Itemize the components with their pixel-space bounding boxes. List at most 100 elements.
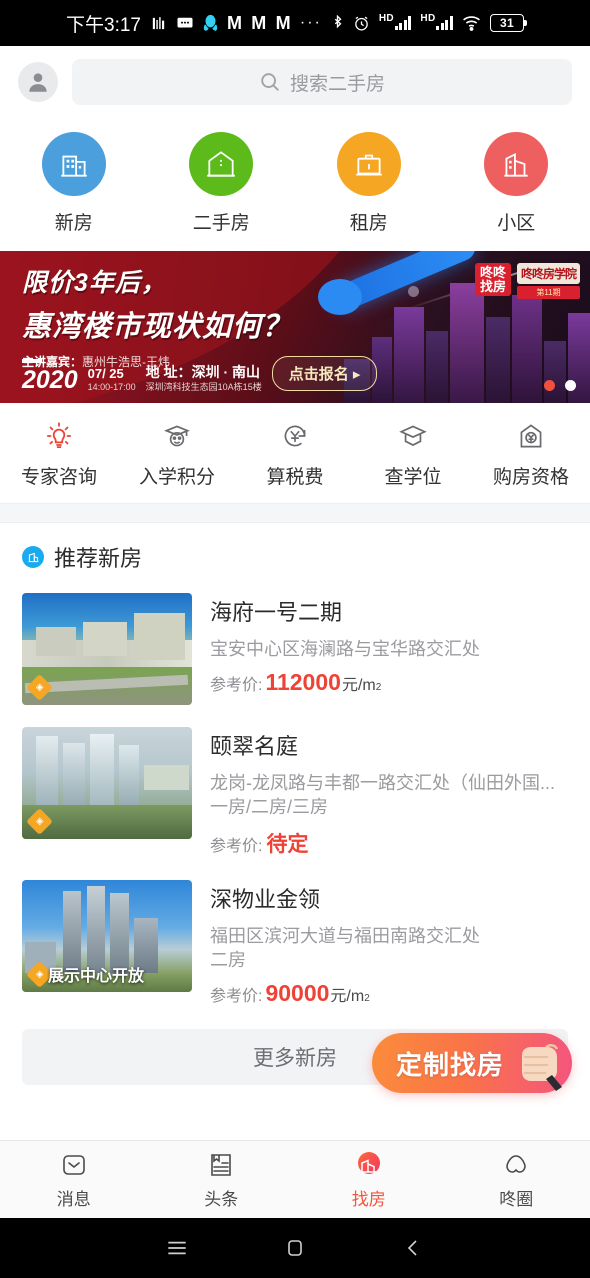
bottom-tab-bar: 消息 头条 找房 咚圈: [0, 1140, 590, 1218]
brand-logo-icon: 咚咚 找房: [474, 263, 511, 297]
listing-price-label: 参考价:: [210, 988, 263, 1006]
signal-bars-icon: [394, 16, 412, 30]
listing-info: 海府一号二期 宝安中心区海澜路与宝华路交汇处 参考价: 112000 元/m 2: [210, 593, 568, 696]
listing-name: 颐翠名庭: [210, 734, 299, 759]
tab-messages[interactable]: 消息: [0, 1149, 148, 1210]
gmail-icon: M: [227, 12, 243, 33]
apartment-building-icon: [41, 132, 106, 196]
status-bar: 下午3:17 M M M ··· HD HD 31: [0, 0, 590, 46]
house-icon: [189, 132, 254, 196]
user-avatar-icon[interactable]: [18, 62, 58, 102]
listing-name: 海府一号二期: [210, 600, 343, 625]
signal-bars-icon: [436, 16, 453, 30]
academy-logo-issue: 第11期: [516, 286, 580, 299]
recommend-section-header: 推荐新房: [0, 523, 590, 583]
house-yuan-icon: [520, 424, 542, 448]
banner-year: 2020: [22, 366, 78, 394]
custom-search-fab[interactable]: 定制找房: [372, 1033, 572, 1094]
list-item[interactable]: ◈ 海府一号二期 宝安中心区海澜路与宝华路交汇处 参考价: 112000 元/m…: [0, 583, 590, 717]
chevron-left-icon: [407, 1240, 417, 1256]
community-building-icon: [484, 132, 549, 196]
hd-signal-icon: HD: [379, 14, 412, 30]
listing-price-tbd: 待定: [266, 832, 309, 856]
fist-hand-icon: [522, 1044, 562, 1092]
gmail-icon: M: [275, 12, 291, 33]
back-button[interactable]: [354, 1236, 472, 1260]
banner-headline-1: 限价3年后，: [22, 269, 167, 297]
banner-logo: 咚咚 找房 咚咚房学院 第11期: [474, 263, 580, 299]
banner-venue: 深圳湾科技生态园10A栋15楼: [145, 381, 262, 392]
listing-info: 深物业金领 福田区滨河大道与福田南路交汇处 二房 参考价: 90000 元/m 2: [210, 880, 568, 1008]
listing-price-sup: 2: [364, 993, 370, 1005]
tab-news[interactable]: 头条: [148, 1149, 296, 1210]
category-new-house[interactable]: 新房: [0, 132, 148, 235]
listing-rooms: 二房: [210, 949, 246, 970]
banner-time: 14:00-17:00: [87, 381, 136, 392]
promo-banner[interactable]: 限价3年后， 惠湾楼市现状如何？ 主讲嘉宾：惠州牛浩思-王炜 2020 07/ …: [0, 251, 590, 403]
listing-price-value: 112000: [265, 669, 341, 696]
square-icon: [288, 1240, 302, 1256]
listing-badge-glyph: ◈: [35, 681, 44, 693]
more-section: 更多新房 定制找房: [0, 1019, 590, 1100]
tool-check-school[interactable]: 查学位: [354, 419, 472, 489]
tool-enrollment-points[interactable]: 入学积分: [118, 419, 236, 489]
listing-thumbnail: ◈: [22, 593, 192, 705]
banner-headline-2: 惠湾楼市现状如何？: [22, 311, 293, 343]
tab-find-house[interactable]: 找房: [295, 1149, 443, 1210]
news-icon: [211, 1154, 232, 1176]
listing-price: 参考价: 90000 元/m 2: [210, 980, 568, 1007]
briefcase-icon: [336, 132, 401, 196]
bluetooth-icon: [331, 14, 344, 32]
academy-logo-title: 咚咚房学院: [516, 263, 580, 284]
category-label: 二手房: [192, 213, 250, 234]
banner-dot-2[interactable]: [565, 380, 576, 391]
section-title: 推荐新房: [54, 546, 143, 571]
alarm-icon: [353, 15, 370, 32]
banner-dot-1[interactable]: [544, 380, 555, 391]
new-house-badge-icon: [22, 546, 44, 568]
search-icon: [261, 73, 279, 91]
category-community[interactable]: 小区: [443, 132, 590, 235]
category-row: 新房 二手房 租房 小区: [0, 118, 590, 251]
tab-label: 咚圈: [499, 1190, 534, 1209]
list-item[interactable]: ◈ 颐翠名庭 龙岗-龙凤路与丰都一路交汇处（仙田外国... 一房/二房/三房 参…: [0, 717, 590, 870]
tools-row: 专家咨询 入学积分 算税费 查学位 购房资格: [0, 403, 590, 503]
banner-date: 07/ 25: [87, 365, 124, 381]
category-label: 租房: [349, 213, 388, 234]
search-row: 搜索二手房: [0, 46, 590, 118]
tool-calc-tax[interactable]: 算税费: [236, 419, 354, 489]
tool-expert-consult[interactable]: 专家咨询: [0, 419, 118, 489]
overflow-dots-icon: ···: [299, 14, 322, 31]
recents-button[interactable]: [118, 1235, 236, 1261]
listing-price-sup: 2: [375, 682, 382, 694]
sms-icon: [176, 14, 194, 32]
message-icon: [62, 1155, 85, 1175]
banner-address-label: 地 址：: [145, 364, 192, 381]
find-house-icon: [357, 1152, 380, 1174]
hd-label: HD: [420, 13, 436, 24]
listing-thumbnail-caption: 展示中心开放: [48, 967, 145, 985]
banner-location: 地 址：深圳 · 南山 深圳湾科技生态园10A栋15楼: [146, 364, 262, 393]
circle-icon: [506, 1155, 526, 1173]
listing-thumbnail: ◈: [22, 727, 192, 839]
listing-price-unit: 元/m: [341, 677, 376, 695]
listing-price: 参考价: 待定: [210, 828, 568, 858]
listing-badge-glyph: ◈: [35, 968, 44, 980]
category-second-hand-house[interactable]: 二手房: [148, 132, 296, 235]
qq-penguin-icon: [203, 14, 218, 32]
listing-list: ◈ 海府一号二期 宝安中心区海澜路与宝华路交汇处 参考价: 112000 元/m…: [0, 583, 590, 1020]
listing-thumbnail: ◈ 展示中心开放: [22, 879, 192, 992]
category-rent-house[interactable]: 租房: [295, 132, 443, 235]
banner-pagination: [544, 380, 576, 391]
music-note-icon: [150, 15, 167, 32]
listing-name: 深物业金领: [210, 886, 321, 912]
search-input[interactable]: 搜索二手房: [72, 59, 572, 105]
banner-signup-button[interactable]: 点击报名 ▸: [271, 356, 378, 391]
list-item[interactable]: ◈ 展示中心开放 深物业金领 福田区滨河大道与福田南路交汇处 二房 参考价: 9…: [0, 870, 590, 1020]
home-button[interactable]: [236, 1236, 354, 1260]
section-divider: [0, 503, 590, 523]
listing-price-value: 90000: [265, 980, 330, 1007]
tool-purchase-qualification[interactable]: 购房资格: [472, 419, 590, 489]
tool-label: 入学积分: [138, 467, 215, 488]
tab-circle[interactable]: 咚圈: [443, 1149, 590, 1210]
